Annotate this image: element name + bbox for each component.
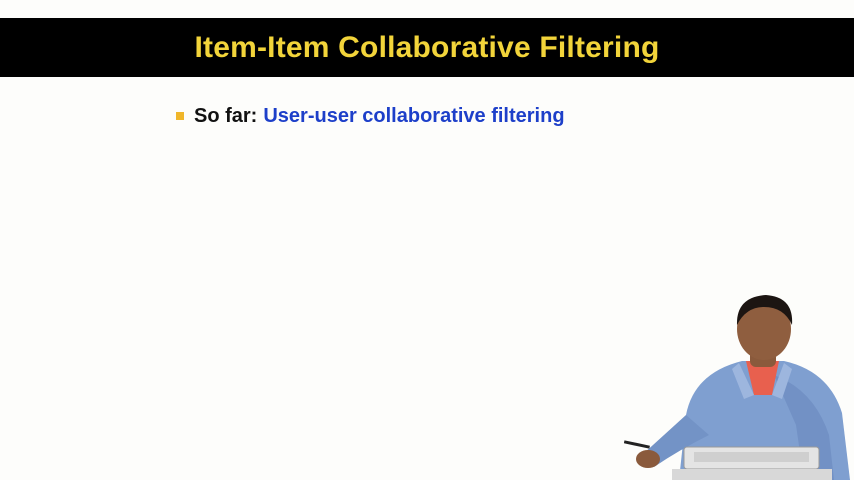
- desk-device-panel: [694, 452, 809, 462]
- slide-title: Item-Item Collaborative Filtering: [194, 30, 660, 64]
- bullet-list: So far: User-user collaborative filterin…: [176, 100, 565, 132]
- bullet-lead-text: So far:: [194, 104, 258, 127]
- presenter-hand: [636, 450, 660, 468]
- square-bullet-icon: [176, 112, 184, 120]
- lecture-slide: Item-Item Collaborative Filtering So far…: [0, 0, 854, 480]
- desk-base: [672, 469, 832, 480]
- bullet-item: So far: User-user collaborative filterin…: [176, 100, 565, 132]
- presenter-video: [624, 295, 850, 480]
- bullet-highlight-text: User-user collaborative filtering: [263, 104, 565, 127]
- title-bar: Item-Item Collaborative Filtering: [0, 18, 854, 77]
- presenter-pen: [624, 440, 650, 449]
